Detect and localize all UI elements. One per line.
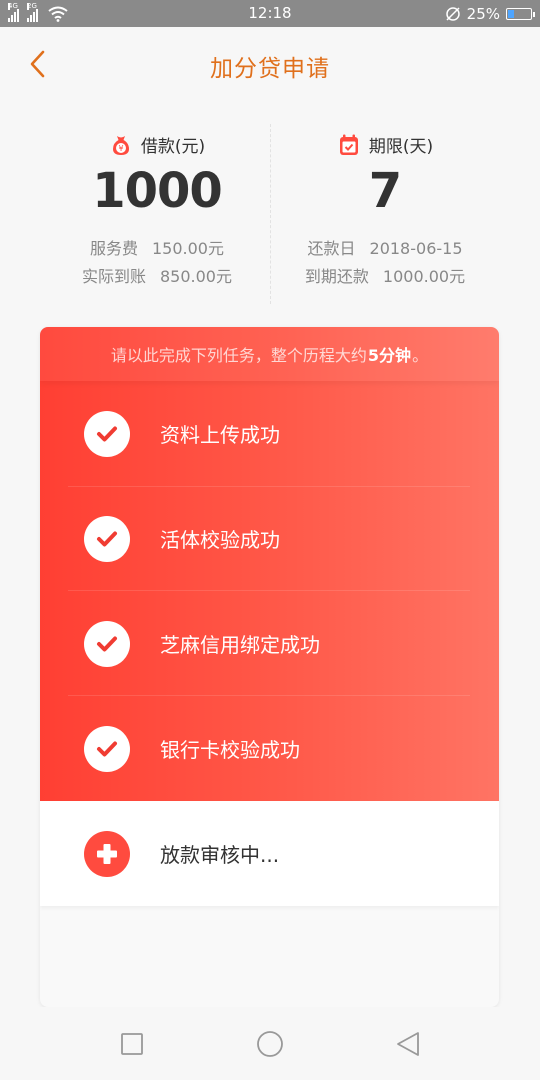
task-tip-duration: 5分钟 [367, 346, 412, 365]
task-tip-suffix: 。 [412, 346, 429, 365]
loan-amount-label: 借款(元) [140, 137, 206, 157]
loan-term-value: 7 [368, 163, 402, 219]
circle-icon[interactable] [256, 1030, 284, 1058]
battery-fill [508, 9, 514, 18]
due-date-label: 还款日 [307, 239, 356, 258]
check-icon [84, 410, 130, 457]
task-label: 资料上传成功 [160, 423, 280, 447]
pending-task-label: 放款审核中... [160, 843, 280, 867]
triangle-back-icon[interactable] [394, 1030, 422, 1058]
task-card: 请以此完成下列任务，整个历程大约 5分钟。 资料上传成功 活体校验成功 芝麻信用绑… [40, 327, 499, 1007]
service-fee-value: 150.00元 [152, 239, 224, 258]
check-icon [84, 725, 130, 772]
page-title: 加分贷申请 [210, 56, 330, 82]
task-item-upload: 资料上传成功 [68, 381, 470, 486]
loan-term-column: 期限(天) 7 还款日 2018-06-15 到期还款 1000.00元 [250, 132, 520, 291]
loan-term-label-row: 期限(天) [250, 132, 520, 157]
header: 加分贷申请 [0, 27, 540, 102]
svg-text:¥: ¥ [118, 144, 123, 153]
plus-icon [84, 830, 130, 877]
check-icon [84, 620, 130, 667]
task-label: 银行卡校验成功 [160, 738, 300, 762]
task-label: 活体校验成功 [160, 528, 280, 552]
received-amount-label: 实际到账 [81, 267, 146, 286]
status-time: 12:18 [248, 4, 292, 22]
due-amount-row: 到期还款 1000.00元 [250, 263, 520, 291]
task-item-credit: 芝麻信用绑定成功 [68, 591, 470, 696]
task-tip-prefix: 请以此完成下列任务，整个历程大约 [110, 346, 367, 365]
check-icon [84, 515, 130, 562]
system-nav-bar [0, 1007, 540, 1080]
loan-summary: ¥ 借款(元) 1000 服务费 150.00元 实际到账 850.00元 期限… [0, 102, 540, 322]
due-amount-label: 到期还款 [304, 267, 369, 286]
due-date-row: 还款日 2018-06-15 [250, 235, 520, 263]
due-amount-value: 1000.00元 [382, 267, 466, 286]
square-icon[interactable] [118, 1030, 146, 1058]
due-date-value: 2018-06-15 [369, 239, 463, 258]
task-item-loan-review: 放款审核中... [40, 801, 499, 906]
loan-term-label: 期限(天) [368, 137, 434, 157]
task-item-bank-card: 银行卡校验成功 [68, 696, 470, 801]
completed-tasks-panel: 请以此完成下列任务，整个历程大约 5分钟。 资料上传成功 活体校验成功 芝麻信用绑… [40, 327, 499, 801]
service-fee-label: 服务费 [89, 239, 138, 258]
received-amount-value: 850.00元 [160, 267, 232, 286]
task-item-liveness: 活体校验成功 [68, 486, 470, 591]
calendar-check-icon [339, 134, 358, 155]
task-label: 芝麻信用绑定成功 [160, 633, 320, 657]
task-tip: 请以此完成下列任务，整个历程大约 5分钟。 [40, 327, 499, 381]
repayment-block: 还款日 2018-06-15 到期还款 1000.00元 [250, 235, 520, 291]
money-bag-icon: ¥ [112, 135, 129, 155]
battery-icon [506, 7, 535, 20]
status-bar: 4G 2G 12:18 25% [0, 0, 540, 27]
